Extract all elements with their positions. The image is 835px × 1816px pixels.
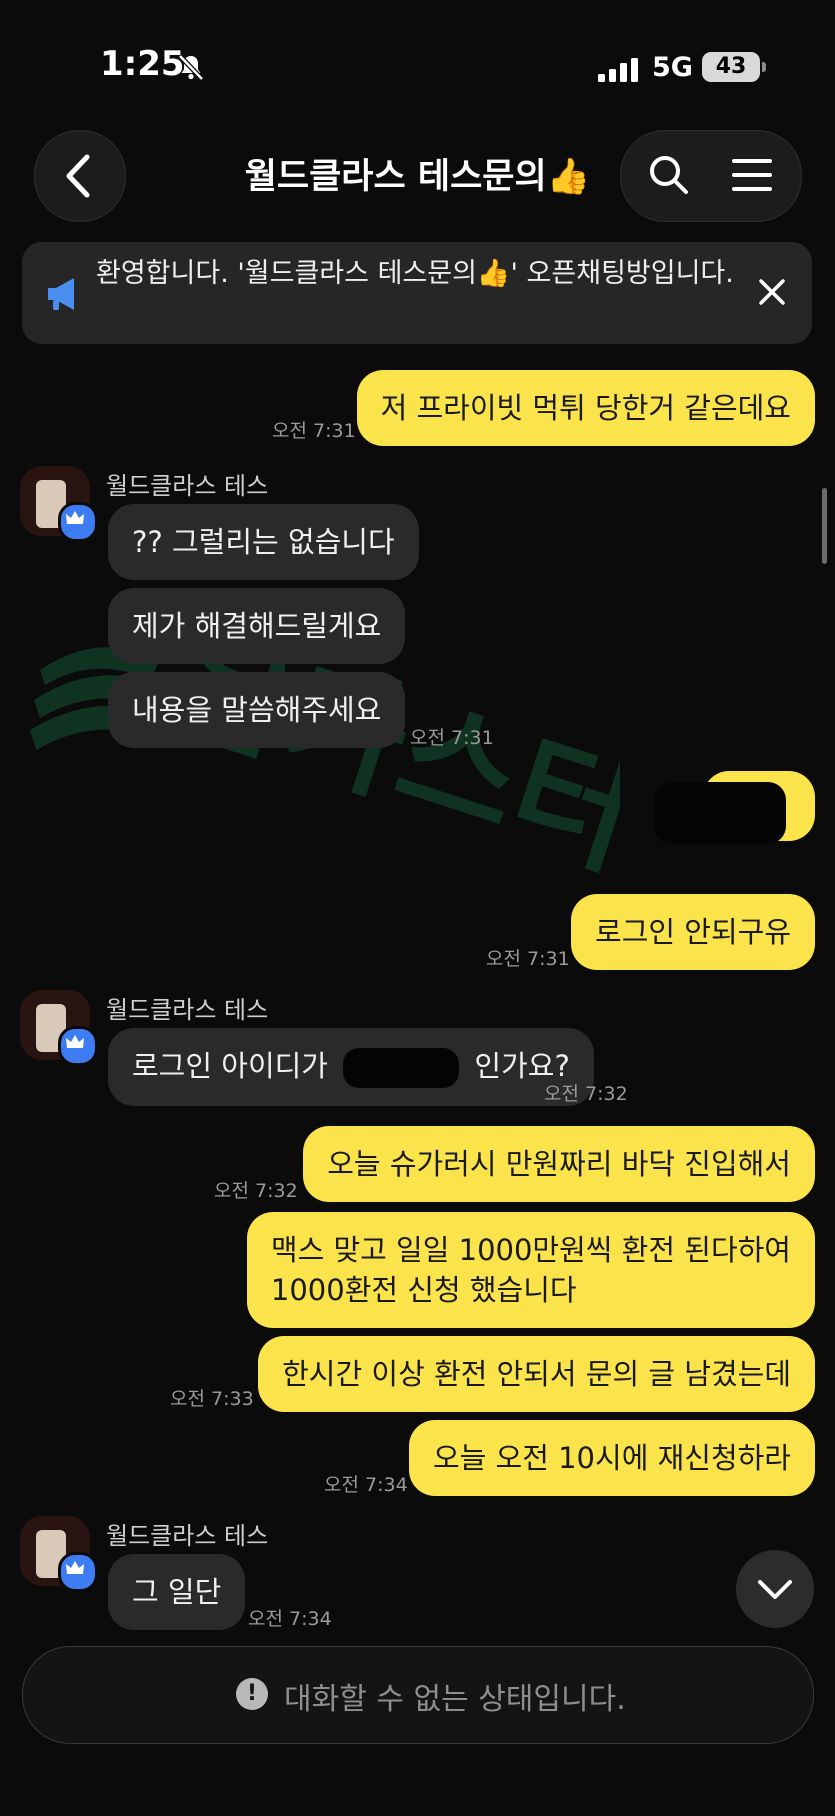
battery-tip — [762, 62, 766, 72]
search-icon[interactable] — [646, 152, 690, 196]
megaphone-icon — [48, 278, 74, 310]
message-bubble-sent: 한시간 이상 환전 안되서 문의 글 남겼는데 — [258, 1336, 815, 1412]
chevron-down-icon — [758, 1580, 792, 1599]
chevron-left-icon — [66, 154, 90, 198]
message-line: 맥스 맞고 일일 1000만원씩 환전 된다하여 — [270, 1233, 791, 1267]
message-bubble-received: 내용을 말씀해주세요 — [108, 672, 406, 748]
message-bubble-received: 제가 해결해드릴게요 — [108, 588, 406, 664]
message-time: 오전 7:31 — [410, 727, 494, 749]
scrollbar[interactable] — [822, 488, 827, 564]
menu-icon[interactable] — [730, 155, 774, 195]
message-time: 오전 7:34 — [248, 1608, 332, 1630]
battery-indicator: 43 — [702, 52, 760, 82]
disabled-input-text: 대화할 수 없는 상태입니다. — [284, 1682, 626, 1717]
crown-badge-icon — [58, 502, 98, 542]
network-type: 5G — [652, 52, 693, 83]
scroll-to-bottom-button[interactable] — [736, 1550, 814, 1628]
message-time: 오전 7:33 — [170, 1388, 254, 1410]
alert-icon: ! — [236, 1678, 268, 1710]
status-time: 1:25 — [100, 44, 185, 84]
notice-text: 환영합니다. '월드클라스 테스문의👍' 오픈채팅방입니다. — [96, 258, 734, 289]
bell-muted-icon — [178, 54, 204, 81]
message-bubble-sent: 저 프라이빗 먹튀 당한거 같은데요 — [356, 370, 815, 446]
message-time: 오전 7:32 — [214, 1180, 298, 1202]
crown-badge-icon — [58, 1026, 98, 1066]
chat-title: 월드클라스 테스문의👍 — [244, 157, 591, 197]
message-text: 인가요? — [474, 1049, 570, 1083]
message-time: 오전 7:32 — [544, 1083, 628, 1105]
message-time: 오전 7:34 — [324, 1474, 408, 1496]
message-text: 로그인 아이디가 — [132, 1049, 328, 1083]
message-bubble-sent: 오늘 오전 10시에 재신청하라 — [408, 1420, 815, 1496]
close-icon[interactable] — [756, 276, 788, 308]
cell-signal-icon — [598, 58, 638, 82]
sender-name: 월드클라스 테스 — [106, 472, 269, 500]
crown-badge-icon — [58, 1552, 98, 1592]
redaction-mark — [654, 782, 786, 844]
message-bubble-received: 그 일단 — [108, 1554, 246, 1630]
back-button[interactable] — [34, 130, 126, 222]
message-time: 오전 7:31 — [486, 948, 570, 970]
message-bubble-sent: 오늘 슈가러시 만원짜리 바닥 진입해서 — [303, 1126, 815, 1202]
message-bubble-sent: 로그인 안되구유 — [571, 894, 815, 970]
redacted-id — [343, 1048, 460, 1088]
message-bubble-sent: 맥스 맞고 일일 1000만원씩 환전 된다하여 1000환전 신청 했습니다 — [246, 1212, 815, 1328]
message-bubble-received: 로그인 아이디가 인가요? — [108, 1028, 594, 1106]
sender-name: 월드클라스 테스 — [106, 1522, 269, 1550]
message-bubble-received: ?? 그럴리는 없습니다 — [108, 504, 419, 580]
message-line: 1000환전 신청 했습니다 — [270, 1273, 577, 1307]
message-time: 오전 7:31 — [272, 420, 356, 442]
sender-name: 월드클라스 테스 — [106, 996, 269, 1024]
